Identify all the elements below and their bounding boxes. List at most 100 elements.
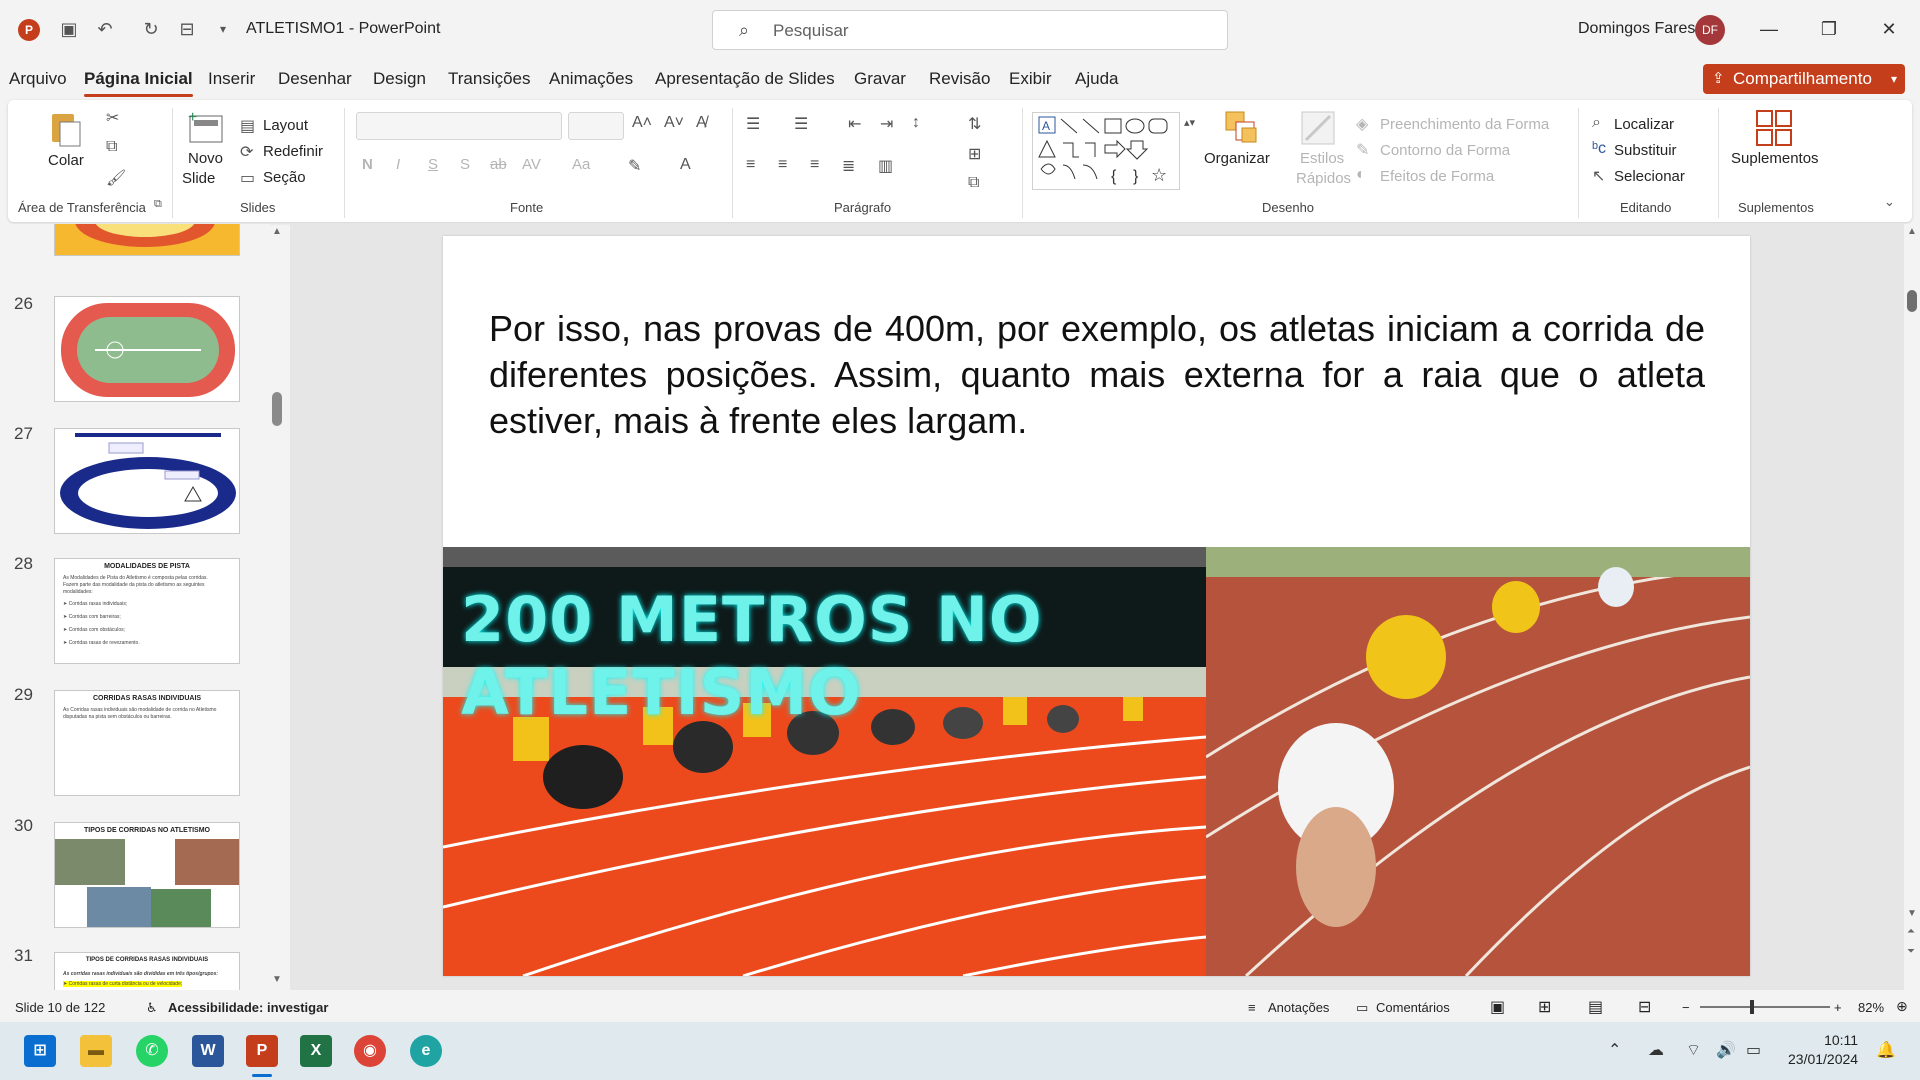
find-button[interactable]: Localizar	[1614, 116, 1674, 133]
slide-thumbnail-27[interactable]	[54, 428, 240, 534]
slide-thumbnail-26[interactable]	[54, 296, 240, 402]
slide-sorter-icon[interactable]: ⊞	[1538, 997, 1551, 1017]
format-painter-icon[interactable]: 🖌	[106, 168, 126, 188]
slide-thumbnail-30[interactable]: TIPOS DE CORRIDAS NO ATLETISMO	[54, 822, 240, 928]
shape-fill-button[interactable]: Preenchimento da Forma	[1380, 116, 1549, 133]
align-text-icon[interactable]: ⊞	[968, 144, 981, 164]
line-spacing-icon[interactable]: ↕	[912, 114, 920, 132]
current-slide[interactable]: Por isso, nas provas de 400m, por exempl…	[443, 236, 1750, 976]
zoom-level[interactable]: 82%	[1858, 1000, 1884, 1015]
powerpoint-icon[interactable]: P	[246, 1035, 278, 1067]
columns-icon[interactable]: ▥	[878, 156, 893, 176]
avatar[interactable]: DF	[1695, 15, 1725, 45]
font-color-icon[interactable]: A	[680, 156, 691, 174]
whatsapp-icon[interactable]: ✆	[136, 1035, 168, 1067]
align-center-icon[interactable]: ≡	[778, 156, 787, 174]
copy-icon[interactable]: ⧉	[106, 138, 117, 156]
notes-icon[interactable]: ≡	[1248, 1000, 1256, 1015]
battery-icon[interactable]: ▭	[1746, 1040, 1761, 1060]
chrome-icon[interactable]: ◉	[354, 1035, 386, 1067]
arrange-button[interactable]: Organizar	[1204, 150, 1270, 167]
user-name[interactable]: Domingos Fares	[1578, 20, 1695, 38]
search-input[interactable]: ⌕ Pesquisar	[712, 10, 1228, 50]
slide-thumbnail-25[interactable]	[54, 224, 240, 256]
tab-gravar[interactable]: Gravar	[854, 69, 906, 89]
strikethrough-button[interactable]: ab	[490, 156, 507, 173]
tab-pagina-inicial[interactable]: Página Inicial	[84, 69, 193, 97]
shrink-font-icon[interactable]: A˅	[664, 114, 684, 132]
reading-view-icon[interactable]: ▤	[1588, 997, 1603, 1017]
volume-icon[interactable]: 🔊	[1716, 1040, 1736, 1060]
layout-button[interactable]: Layout	[263, 117, 308, 134]
find-icon[interactable]: ⌕	[1592, 114, 1601, 132]
gallery-scroll-icon[interactable]: ▴▾	[1184, 116, 1195, 129]
smartart-icon[interactable]: ⧉	[968, 174, 979, 192]
reset-button[interactable]: Redefinir	[263, 143, 323, 160]
accessibility-icon[interactable]: ♿	[146, 1000, 158, 1016]
excel-icon[interactable]: X	[300, 1035, 332, 1067]
present-icon[interactable]: ⊟	[176, 18, 198, 40]
edge-icon[interactable]: e	[410, 1035, 442, 1067]
select-button[interactable]: Selecionar	[1614, 168, 1685, 185]
section-icon[interactable]: ▭	[240, 168, 255, 188]
arrange-icon[interactable]	[1222, 108, 1262, 148]
collapse-ribbon-icon[interactable]: ⌄	[1884, 194, 1895, 210]
tab-revisao[interactable]: Revisão	[929, 69, 990, 89]
tab-desenhar[interactable]: Desenhar	[278, 69, 352, 89]
save-icon[interactable]: ▣	[58, 18, 80, 40]
tab-arquivo[interactable]: Arquivo	[9, 69, 67, 89]
replace-icon[interactable]: ᵇc	[1592, 140, 1606, 158]
windows-start-icon[interactable]: ⊞	[24, 1035, 56, 1067]
slide-thumbnail-29[interactable]: CORRIDAS RASAS INDIVIDUAIS As Corridas r…	[54, 690, 240, 796]
tab-exibir[interactable]: Exibir	[1009, 69, 1052, 89]
scroll-up-icon[interactable]: ▲	[1907, 226, 1917, 237]
section-button[interactable]: Seção	[263, 169, 306, 186]
tab-apresentacao[interactable]: Apresentação de Slides	[655, 69, 835, 89]
slide-scrollbar[interactable]: ▲ ▼ ⏶ ⏷	[1904, 224, 1920, 990]
char-spacing-button[interactable]: AV	[522, 156, 541, 173]
wifi-icon[interactable]: ⌔	[1686, 1040, 1701, 1060]
bullets-icon[interactable]: ☰	[746, 114, 760, 134]
close-icon[interactable]: ✕	[1874, 14, 1904, 44]
normal-view-icon[interactable]: ▣	[1490, 997, 1505, 1017]
justify-icon[interactable]: ≣	[842, 156, 855, 176]
share-button[interactable]: ⇪ Compartilhamento ▾	[1703, 64, 1905, 94]
layout-icon[interactable]: ▤	[240, 116, 255, 136]
restore-icon[interactable]: ❐	[1814, 14, 1844, 44]
italic-button[interactable]: I	[396, 156, 400, 173]
system-clock[interactable]: 10:11 23/01/2024	[1788, 1031, 1858, 1069]
shadow-button[interactable]: S	[460, 156, 470, 173]
accessibility-status[interactable]: Acessibilidade: investigar	[168, 1000, 328, 1015]
previous-slide-icon[interactable]: ⏶	[1907, 926, 1915, 937]
minimize-icon[interactable]: —	[1754, 14, 1784, 44]
chevron-up-icon[interactable]: ⌃	[1608, 1040, 1621, 1060]
align-left-icon[interactable]: ≡	[746, 156, 755, 174]
addins-button[interactable]: Suplementos	[1731, 150, 1819, 167]
slideshow-icon[interactable]: ⊟	[1638, 997, 1651, 1017]
comments-button[interactable]: Comentários	[1376, 1000, 1450, 1015]
new-slide-icon[interactable]: +	[186, 108, 226, 148]
dialog-launcher-icon[interactable]: ⧉	[154, 198, 162, 211]
slide-thumbnail-28[interactable]: MODALIDADES DE PISTA As Modalidades de P…	[54, 558, 240, 664]
highlight-icon[interactable]: ✎	[628, 156, 641, 176]
notes-button[interactable]: Anotações	[1268, 1000, 1329, 1015]
shapes-gallery[interactable]: A {} ☆	[1032, 112, 1180, 190]
fill-icon[interactable]: ◈	[1356, 114, 1368, 134]
file-explorer-icon[interactable]: ▬	[80, 1035, 112, 1067]
comments-icon[interactable]: ▭	[1356, 1000, 1368, 1016]
tab-ajuda[interactable]: Ajuda	[1075, 69, 1118, 89]
thumbnail-scrollbar[interactable]: ▲ ▼	[270, 224, 284, 990]
slide-body-text[interactable]: Por isso, nas provas de 400m, por exempl…	[489, 306, 1705, 444]
runners-start-image[interactable]	[1206, 547, 1750, 976]
tab-design[interactable]: Design	[373, 69, 426, 89]
zoom-in-icon[interactable]: +	[1834, 1000, 1842, 1015]
quick-styles-label-1[interactable]: Estilos	[1300, 150, 1344, 167]
font-size-select[interactable]	[568, 112, 624, 140]
sprint-start-image[interactable]: 200 METROS NO ATLETISMO	[443, 547, 1206, 976]
quick-styles-icon[interactable]	[1298, 108, 1338, 148]
cut-icon[interactable]: ✂	[106, 108, 119, 128]
clear-format-icon[interactable]: A̸	[696, 114, 707, 132]
zoom-slider[interactable]	[1700, 1000, 1830, 1014]
bold-button[interactable]: N	[362, 156, 373, 173]
change-case-button[interactable]: Aa	[572, 156, 590, 173]
